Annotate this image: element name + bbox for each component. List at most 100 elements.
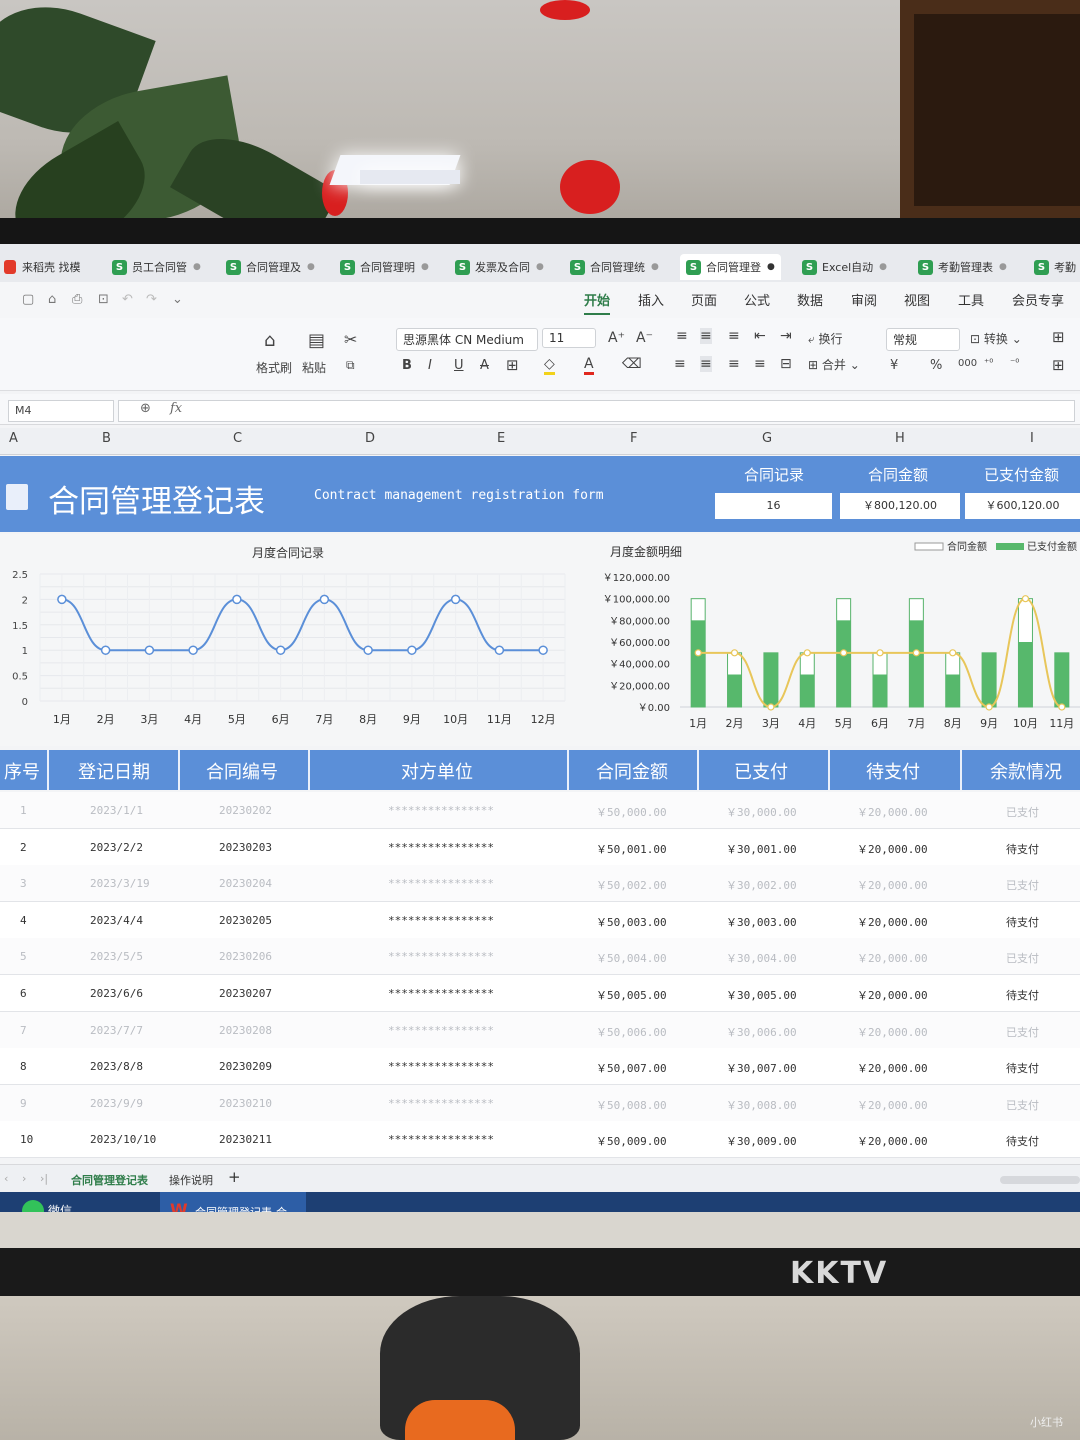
menu-vip[interactable]: 会员专享 bbox=[1012, 290, 1064, 309]
column-header[interactable]: D bbox=[365, 431, 375, 446]
indent-decrease-icon[interactable]: ⇤ bbox=[754, 328, 766, 344]
taskbar-wechat[interactable]: 微信 bbox=[48, 1202, 72, 1212]
cell-unpaid[interactable]: ￥20,000.00 bbox=[857, 1133, 928, 1149]
formula-input[interactable] bbox=[118, 400, 1075, 422]
cell-unpaid[interactable]: ￥20,000.00 bbox=[857, 841, 928, 857]
table-row[interactable]: 3 2023/3/19 20230204 **************** ￥50,00… bbox=[0, 865, 1080, 903]
cell-contract-no[interactable]: 20230204 bbox=[219, 877, 272, 890]
cell-counterparty[interactable]: **************** bbox=[388, 950, 494, 963]
distribute-icon[interactable]: ⊟ bbox=[780, 356, 792, 372]
table-row[interactable]: 1 2023/1/1 20230202 **************** ￥50,000… bbox=[0, 792, 1080, 829]
cell-paid[interactable]: ￥30,007.00 bbox=[726, 1060, 797, 1076]
doc-tab[interactable]: 来稻壳 找模 bbox=[4, 254, 81, 280]
table-row[interactable]: 10 2023/10/10 20230211 **************** ￥50,… bbox=[0, 1121, 1080, 1159]
menu-page[interactable]: 页面 bbox=[691, 290, 717, 309]
cell-unpaid[interactable]: ￥20,000.00 bbox=[857, 987, 928, 1003]
cell-index[interactable]: 10 bbox=[20, 1133, 33, 1146]
cell-contract-amount[interactable]: ￥50,007.00 bbox=[596, 1060, 667, 1076]
cell-paid[interactable]: ￥30,000.00 bbox=[726, 804, 797, 820]
increase-decimal-icon[interactable]: ⁺⁰ bbox=[984, 358, 993, 369]
cell-date[interactable]: 2023/4/4 bbox=[90, 914, 143, 927]
justify-icon[interactable]: ≡ bbox=[754, 356, 766, 372]
border-icon[interactable]: ⊞ bbox=[506, 356, 519, 374]
cell-unpaid[interactable]: ￥20,000.00 bbox=[857, 1097, 928, 1113]
table-row[interactable]: 7 2023/7/7 20230208 **************** ￥50,006… bbox=[0, 1011, 1080, 1049]
fill-color-icon[interactable]: ◇ bbox=[544, 356, 555, 375]
cell-balance-status[interactable]: 待支付 bbox=[1006, 1133, 1039, 1149]
column-header[interactable]: I bbox=[1030, 431, 1034, 446]
cell-counterparty[interactable]: **************** bbox=[388, 841, 494, 854]
menu-tools[interactable]: 工具 bbox=[958, 290, 984, 309]
cell-date[interactable]: 2023/6/6 bbox=[90, 987, 143, 1000]
cell-paid[interactable]: ￥30,005.00 bbox=[726, 987, 797, 1003]
table-row[interactable]: 4 2023/4/4 20230205 **************** ￥50,003… bbox=[0, 901, 1080, 939]
menu-home[interactable]: 开始 bbox=[584, 290, 611, 315]
cell-index[interactable]: 5 bbox=[20, 950, 27, 963]
indent-increase-icon[interactable]: ⇥ bbox=[780, 328, 792, 344]
cell-paid[interactable]: ￥30,009.00 bbox=[726, 1133, 797, 1149]
decrease-decimal-icon[interactable]: ⁻⁰ bbox=[1010, 358, 1019, 369]
cell-index[interactable]: 1 bbox=[20, 804, 27, 817]
menu-data[interactable]: 数据 bbox=[797, 290, 823, 309]
cell-date[interactable]: 2023/5/5 bbox=[90, 950, 143, 963]
doc-tab[interactable]: S 合同管理及 ● bbox=[226, 254, 315, 280]
align-left-icon[interactable]: ≡ bbox=[674, 356, 686, 372]
cell-contract-no[interactable]: 20230203 bbox=[219, 841, 272, 854]
align-top-icon[interactable]: ≡ bbox=[676, 328, 688, 344]
cell-contract-amount[interactable]: ￥50,008.00 bbox=[596, 1097, 667, 1113]
eraser-icon[interactable]: ⌫ bbox=[622, 356, 642, 372]
column-header[interactable]: G bbox=[762, 431, 772, 446]
cell-contract-no[interactable]: 20230208 bbox=[219, 1024, 272, 1037]
convert-button[interactable]: ⊡ 转换 ⌄ bbox=[970, 330, 1022, 347]
underline-icon[interactable]: U bbox=[454, 358, 464, 373]
cell-date[interactable]: 2023/8/8 bbox=[90, 1060, 143, 1073]
font-size-select[interactable]: 11 bbox=[542, 328, 596, 348]
font-color-icon[interactable]: A bbox=[584, 356, 594, 375]
row-col-icon[interactable]: ⊞ bbox=[1052, 328, 1065, 346]
table-row[interactable]: 9 2023/9/9 20230210 **************** ￥50,008… bbox=[0, 1084, 1080, 1122]
italic-icon[interactable]: I bbox=[428, 358, 432, 373]
cell-counterparty[interactable]: **************** bbox=[388, 914, 494, 927]
sheet-tab[interactable]: 操作说明 bbox=[169, 1172, 213, 1188]
paste-label[interactable]: 粘贴 bbox=[302, 359, 326, 376]
font-name-select[interactable]: 思源黑体 CN Medium bbox=[396, 328, 538, 351]
cell-counterparty[interactable]: **************** bbox=[388, 1097, 494, 1110]
column-header[interactable]: B bbox=[102, 431, 111, 446]
format-painter-label[interactable]: 格式刷 bbox=[256, 359, 292, 376]
cell-balance-status[interactable]: 待支付 bbox=[1006, 1060, 1039, 1076]
thousands-icon[interactable]: 000 bbox=[958, 358, 977, 369]
cell-index[interactable]: 4 bbox=[20, 914, 27, 927]
column-header[interactable]: A bbox=[9, 431, 18, 446]
print-preview-icon[interactable]: ⊡ bbox=[98, 292, 109, 307]
cell-balance-status[interactable]: 待支付 bbox=[1006, 987, 1039, 1003]
table-row[interactable]: 5 2023/5/5 20230206 **************** ￥50,004… bbox=[0, 938, 1080, 976]
cell-contract-no[interactable]: 20230202 bbox=[219, 804, 272, 817]
cell-contract-no[interactable]: 20230205 bbox=[219, 914, 272, 927]
number-format-select[interactable]: 常规 bbox=[886, 328, 960, 351]
cell-contract-amount[interactable]: ￥50,000.00 bbox=[596, 804, 667, 820]
sheet-nav-last-icon[interactable]: ›| bbox=[40, 1172, 48, 1185]
cell-contract-amount[interactable]: ￥50,004.00 bbox=[596, 950, 667, 966]
export-pdf-icon[interactable]: ⌂ bbox=[48, 292, 56, 307]
cell-unpaid[interactable]: ￥20,000.00 bbox=[857, 1060, 928, 1076]
zoom-icon[interactable]: ⊕ bbox=[140, 401, 151, 416]
cell-paid[interactable]: ￥30,003.00 bbox=[726, 914, 797, 930]
cell-date[interactable]: 2023/1/1 bbox=[90, 804, 143, 817]
currency-button[interactable]: ¥ bbox=[890, 358, 898, 373]
doc-tab[interactable]: S 考勤管理表 ● bbox=[918, 254, 1007, 280]
cell-paid[interactable]: ￥30,001.00 bbox=[726, 841, 797, 857]
column-header[interactable]: H bbox=[895, 431, 905, 446]
sheet-tab-active[interactable]: 合同管理登记表 bbox=[71, 1172, 148, 1188]
worksheet-icon[interactable]: ⊞ bbox=[1052, 356, 1065, 374]
cell-paid[interactable]: ￥30,004.00 bbox=[726, 950, 797, 966]
doc-tab[interactable]: S 发票及合同 ● bbox=[455, 254, 544, 280]
cell-paid[interactable]: ￥30,006.00 bbox=[726, 1024, 797, 1040]
redo-icon[interactable]: ↷ bbox=[146, 292, 157, 307]
bold-icon[interactable]: B bbox=[402, 358, 412, 373]
cell-balance-status[interactable]: 已支付 bbox=[1006, 950, 1039, 966]
cell-unpaid[interactable]: ￥20,000.00 bbox=[857, 914, 928, 930]
cell-contract-amount[interactable]: ￥50,002.00 bbox=[596, 877, 667, 893]
cell-contract-amount[interactable]: ￥50,006.00 bbox=[596, 1024, 667, 1040]
cell-unpaid[interactable]: ￥20,000.00 bbox=[857, 950, 928, 966]
taskbar-wps-label[interactable]: 合同管理登记表-合... bbox=[195, 1204, 297, 1212]
